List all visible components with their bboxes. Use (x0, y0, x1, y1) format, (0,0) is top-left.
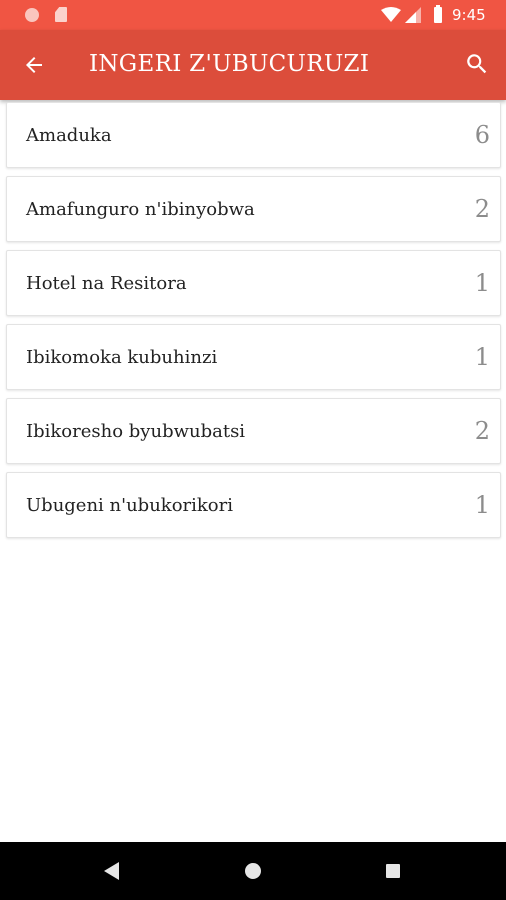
category-count: 2 (474, 195, 490, 223)
wifi-icon (381, 7, 401, 22)
category-label: Ubugeni n'ubukorikori (26, 495, 233, 516)
category-count: 1 (474, 491, 490, 519)
category-item-hotel[interactable]: Hotel na Resitora 1 (6, 250, 501, 316)
status-time: 9:45 (452, 6, 486, 24)
category-item-amaduka[interactable]: Amaduka 6 (6, 102, 501, 168)
category-label: Amaduka (26, 125, 112, 146)
category-count: 1 (474, 269, 490, 297)
arrow-left-icon[interactable] (22, 53, 46, 77)
app-bar: INGERI Z'UBUCURUZI (0, 30, 506, 100)
category-label: Ibikomoka kubuhinzi (26, 347, 218, 368)
nav-back-icon[interactable] (104, 862, 120, 880)
sd-card-icon (55, 7, 67, 22)
category-count: 1 (474, 343, 490, 371)
battery-icon (434, 5, 442, 23)
category-item-ibikoresho[interactable]: Ibikoresho byubwubatsi 2 (6, 398, 501, 464)
page-title: INGERI Z'UBUCURUZI (89, 51, 370, 77)
signal-icon (405, 7, 421, 23)
category-item-ubugeni[interactable]: Ubugeni n'ubukorikori 1 (6, 472, 501, 538)
category-label: Ibikoresho byubwubatsi (26, 421, 246, 442)
category-item-ibikomoka[interactable]: Ibikomoka kubuhinzi 1 (6, 324, 501, 390)
category-label: Hotel na Resitora (26, 273, 187, 294)
category-item-amafunguro[interactable]: Amafunguro n'ibinyobwa 2 (6, 176, 501, 242)
nav-recents-icon[interactable] (386, 864, 400, 878)
category-count: 6 (474, 121, 490, 149)
status-bar: 9:45 (0, 0, 506, 30)
nav-home-icon[interactable] (245, 863, 261, 879)
category-count: 2 (474, 417, 490, 445)
search-icon[interactable] (464, 51, 490, 77)
category-list: Amaduka 6 Amafunguro n'ibinyobwa 2 Hotel… (6, 102, 501, 546)
category-label: Amafunguro n'ibinyobwa (26, 199, 255, 220)
system-nav-bar (0, 842, 506, 900)
notification-dot-icon (25, 8, 39, 22)
